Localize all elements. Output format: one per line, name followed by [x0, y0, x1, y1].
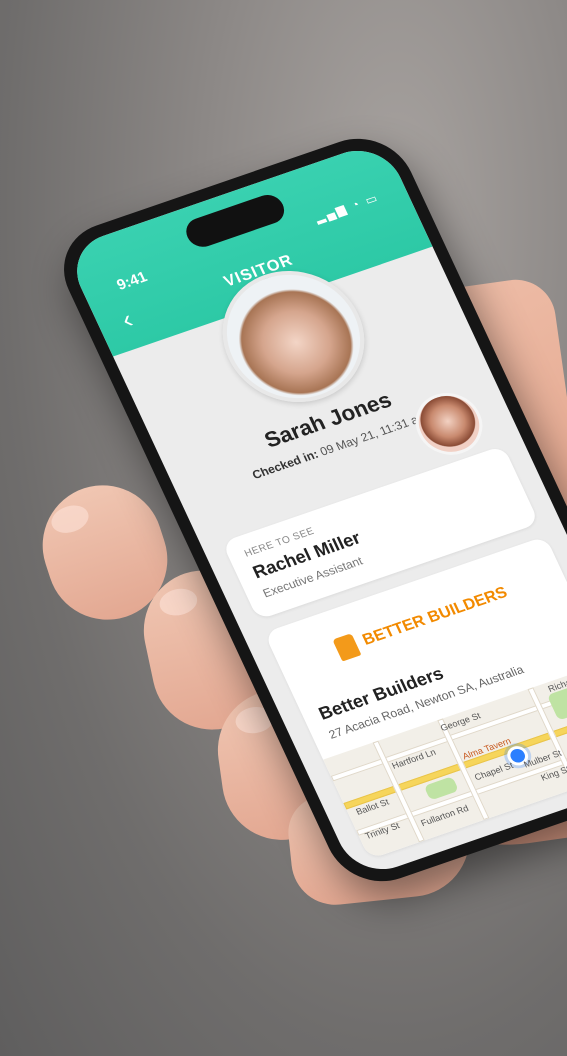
index-nail: [157, 585, 200, 619]
status-time: 9:41: [114, 268, 150, 294]
logo-mark-icon: [332, 633, 362, 662]
logo-text: BETTER BUILDERS: [360, 584, 511, 649]
thumb-nail: [47, 500, 93, 538]
status-icons: ▂▄▆ ◔ ▭: [312, 190, 382, 225]
